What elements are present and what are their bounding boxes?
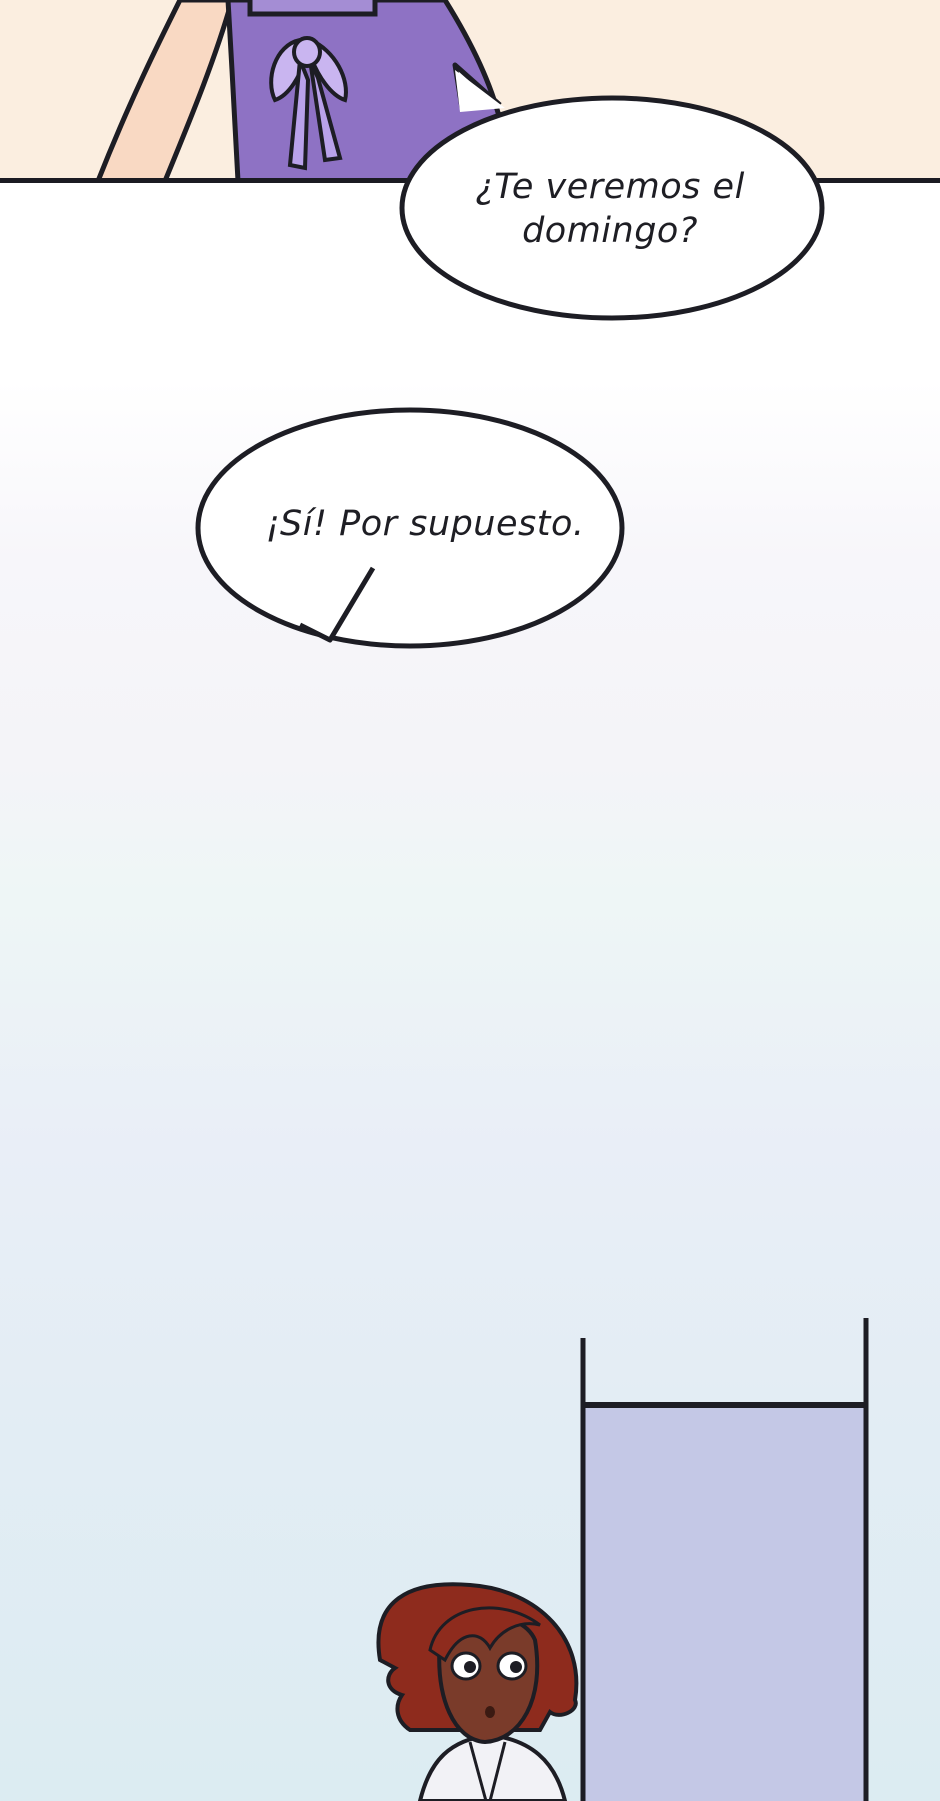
doorway-scene-illustration [376, 1318, 869, 1801]
character-peeking [376, 1582, 579, 1801]
